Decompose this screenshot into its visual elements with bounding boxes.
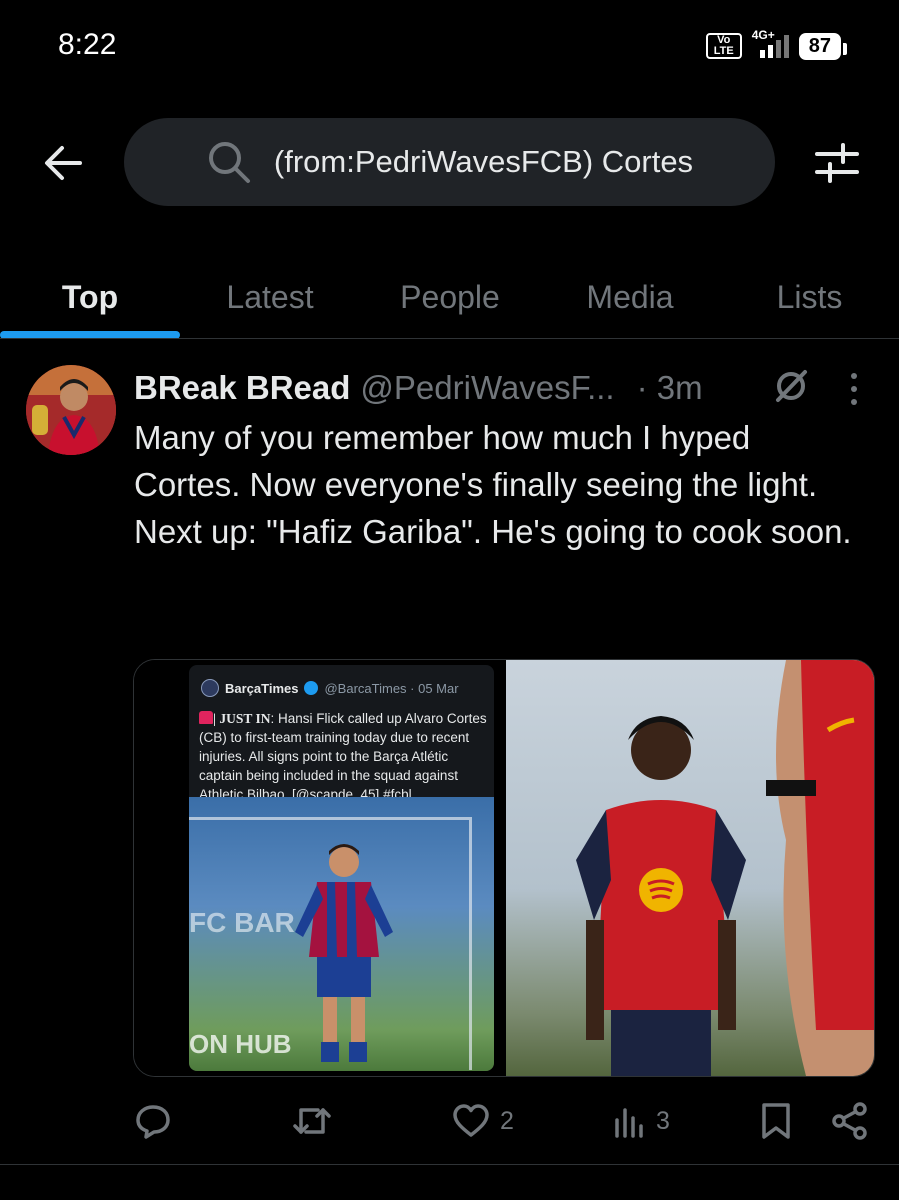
media-image-left[interactable]: BarçaTimes @BarcaTimes · 05 Mar | JUST I…: [134, 660, 504, 1076]
volte-icon: Vo LTE: [705, 33, 742, 59]
barcatimes-logo-icon: [201, 679, 219, 697]
tab-media[interactable]: Media: [540, 255, 720, 340]
status-icons: Vo LTE 4G+ 87: [705, 28, 848, 64]
tweet-text-line: Many of you remember how much I hyped Co…: [134, 419, 818, 503]
media-image-right[interactable]: [506, 660, 874, 1076]
views-count: 3: [656, 1106, 670, 1135]
quote-author-name: BarçaTimes: [225, 680, 299, 696]
player-figure: [576, 716, 746, 1076]
tweet-media[interactable]: BarçaTimes @BarcaTimes · 05 Mar | JUST I…: [133, 659, 875, 1077]
search-tabs: Top Latest People Media Lists: [0, 255, 899, 340]
avatar-image: [26, 365, 116, 455]
quote-text: | JUST IN: Hansi Flick called up Alvaro …: [199, 711, 487, 802]
back-arrow-icon[interactable]: [40, 140, 86, 186]
reply-button[interactable]: [134, 1096, 182, 1146]
quote-handle: @BarcaTimes · 05 Mar: [324, 680, 459, 696]
tweet-time[interactable]: · 3m: [637, 369, 703, 407]
reply-icon: [136, 1105, 170, 1139]
share-button[interactable]: [830, 1096, 870, 1146]
battery-indicator: 87: [798, 32, 848, 60]
player-figure: [766, 660, 874, 1076]
search-icon: [208, 142, 250, 183]
retweet-button[interactable]: [292, 1096, 342, 1146]
bookmark-button[interactable]: [758, 1096, 794, 1146]
verified-icon: [304, 681, 319, 695]
like-button[interactable]: 2: [452, 1096, 514, 1146]
views-button[interactable]: 3: [612, 1096, 670, 1146]
search-query: (from:PedriWavesFCB) Cortes: [273, 144, 694, 179]
more-vertical-icon[interactable]: [845, 372, 863, 406]
author-handle[interactable]: @PedriWavesF...: [360, 369, 614, 407]
tab-latest[interactable]: Latest: [180, 255, 360, 340]
tweet-header: BReak BRead @PedriWavesF... · 3m: [134, 366, 703, 410]
avatar[interactable]: [26, 365, 116, 455]
like-heart-icon: [453, 1104, 489, 1137]
tweet-actions: 2 3: [0, 1096, 899, 1146]
bookmark-icon: [762, 1103, 790, 1139]
views-chart-icon: [615, 1108, 643, 1138]
stadium-banner: FC BAR: [189, 907, 295, 938]
share-icon: [832, 1102, 867, 1140]
tweet-text-line: Next up: "Hafiz Gariba". He's going to c…: [134, 513, 852, 550]
tweet-body: Many of you remember how much I hyped Co…: [134, 414, 854, 555]
tab-top[interactable]: Top: [0, 255, 180, 340]
grok-icon[interactable]: [772, 367, 810, 405]
tab-lists[interactable]: Lists: [720, 255, 899, 340]
tabs-divider: [0, 338, 899, 339]
status-time: 8:22: [58, 28, 117, 61]
player-figure: [295, 844, 393, 1062]
stadium-banner: ON HUB: [189, 1029, 292, 1059]
search-input[interactable]: (from:PedriWavesFCB) Cortes: [124, 118, 775, 206]
tweet-divider: [0, 1164, 899, 1165]
tab-people[interactable]: People: [360, 255, 540, 340]
filter-sliders-icon[interactable]: [812, 140, 862, 186]
signal-icon: 4G+: [752, 28, 789, 58]
like-count: 2: [500, 1106, 514, 1135]
quoted-tweet-screenshot: BarçaTimes @BarcaTimes · 05 Mar | JUST I…: [189, 665, 494, 1071]
siren-icon: [199, 711, 213, 724]
quote-photo: FC BAR ON HUB: [189, 797, 494, 1071]
author-name[interactable]: BReak BRead: [134, 369, 350, 407]
retweet-icon: [293, 1108, 331, 1134]
